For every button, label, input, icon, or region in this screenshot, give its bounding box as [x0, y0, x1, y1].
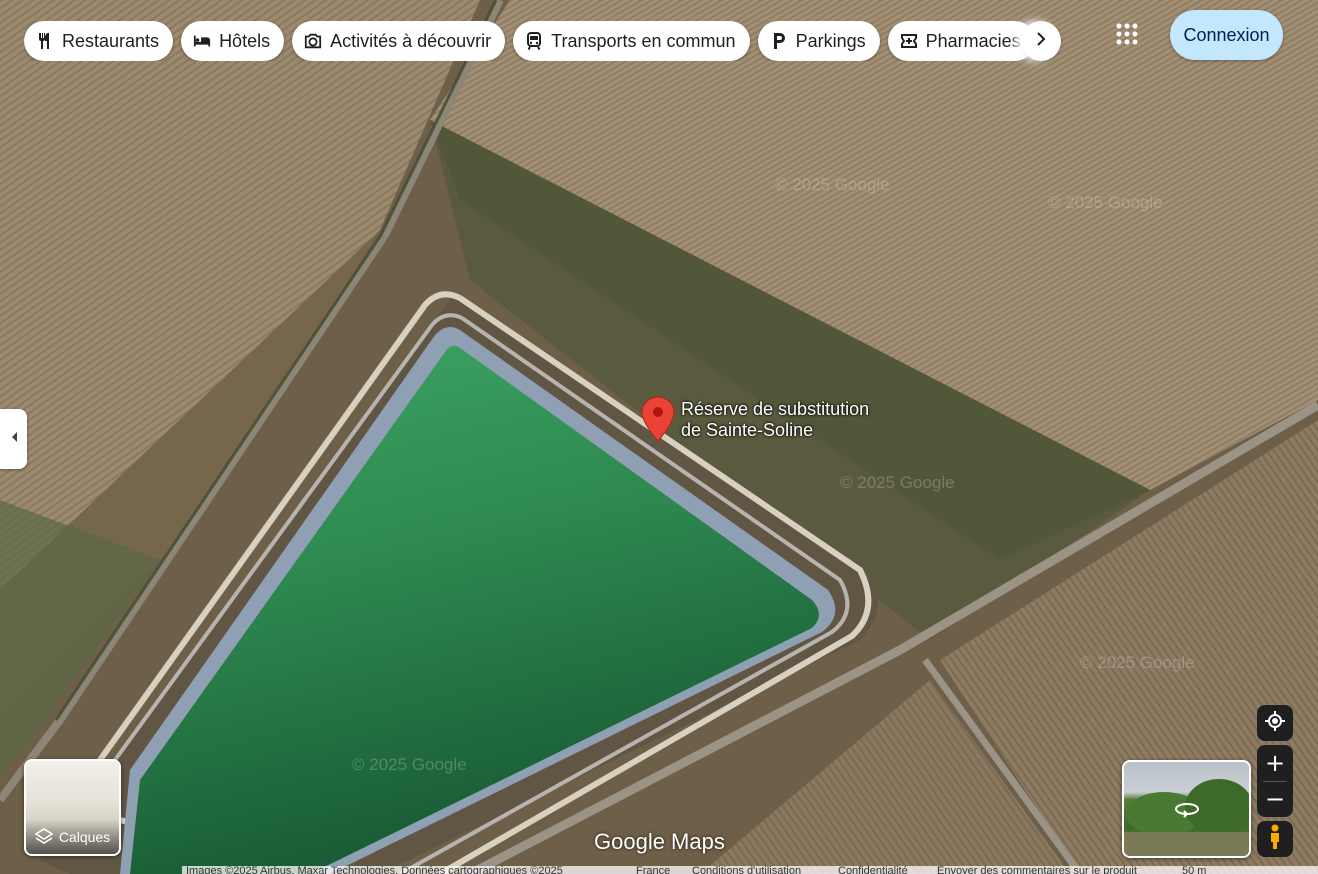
google-maps-logo: Google Maps: [594, 829, 725, 854]
zoom-out-button[interactable]: −: [1257, 781, 1293, 817]
layers-icon: [34, 827, 59, 848]
category-chips: Restaurants Hôtels Activités à découvrir…: [24, 21, 1061, 61]
place-label[interactable]: Réserve de substitution de Sainte-Soline: [681, 399, 901, 441]
chips-next-button[interactable]: [1021, 21, 1061, 61]
chip-label: Transports en commun: [551, 30, 736, 51]
chip-label: Parkings: [795, 30, 866, 51]
chip-label: Hôtels: [219, 30, 271, 51]
chip-restaurants[interactable]: Restaurants: [24, 21, 174, 61]
place-name-line: de Sainte-Soline: [681, 420, 814, 440]
svg-text:© 2025 Google: © 2025 Google: [1048, 193, 1163, 212]
zoom-controls: + −: [1257, 745, 1293, 817]
collapse-side-panel-button[interactable]: [0, 409, 27, 469]
chevron-right-icon: [1035, 31, 1047, 51]
google-apps-button[interactable]: [1107, 16, 1147, 56]
360-rotate-icon: [1174, 800, 1200, 825]
svg-text:© 2025 Google: © 2025 Google: [352, 755, 467, 774]
zoom-in-button[interactable]: +: [1257, 745, 1293, 781]
imagery-attribution: Images ©2025 Airbus, Maxar Technologies,…: [186, 866, 563, 874]
privacy-link[interactable]: Confidentialité: [838, 866, 908, 874]
svg-text:© 2025 Google: © 2025 Google: [1080, 653, 1195, 672]
chip-activities[interactable]: Activités à découvrir: [292, 21, 506, 61]
terms-link[interactable]: Conditions d'utilisation: [692, 866, 801, 874]
chip-label: Restaurants: [62, 30, 160, 51]
layers-button[interactable]: Calques: [24, 759, 121, 856]
feedback-link[interactable]: Envoyer des commentaires sur le produit: [937, 866, 1137, 874]
fork-knife-icon: [36, 32, 54, 50]
chevron-left-icon: [10, 430, 18, 448]
chip-pharmacies[interactable]: Pharmacies: [887, 21, 1035, 61]
map-pin-icon[interactable]: [640, 395, 676, 443]
chip-label: Activités à découvrir: [330, 30, 492, 51]
country-link[interactable]: France: [636, 866, 670, 874]
sign-in-button[interactable]: Connexion: [1170, 10, 1283, 60]
pharmacy-icon: [900, 32, 918, 50]
my-location-icon: [1264, 710, 1286, 737]
place-name-line: Réserve de substitution: [681, 399, 870, 419]
parking-icon: [770, 32, 788, 50]
apps-grid-icon: [1116, 23, 1138, 50]
svg-text:© 2025 Google: © 2025 Google: [840, 473, 955, 492]
pegman-button[interactable]: [1257, 821, 1293, 857]
sign-in-label: Connexion: [1183, 24, 1270, 45]
svg-text:© 2025 Google: © 2025 Google: [775, 175, 890, 194]
scale-bar[interactable]: 50 m: [1182, 866, 1206, 874]
chip-parking[interactable]: Parkings: [757, 21, 880, 61]
chip-label: Pharmacies: [925, 30, 1021, 51]
chip-transit[interactable]: Transports en commun: [513, 21, 750, 61]
chip-hotels[interactable]: Hôtels: [181, 21, 285, 61]
my-location-button[interactable]: [1257, 705, 1293, 741]
pegman-icon: [1268, 824, 1282, 855]
train-icon: [525, 32, 543, 50]
street-view-thumbnail[interactable]: [1122, 760, 1251, 858]
layers-label: Calques: [58, 829, 111, 845]
layers-caption: Calques: [26, 820, 119, 854]
bed-icon: [193, 32, 211, 50]
map-footer: Images ©2025 Airbus, Maxar Technologies,…: [182, 866, 1318, 874]
camera-icon: [304, 32, 322, 50]
